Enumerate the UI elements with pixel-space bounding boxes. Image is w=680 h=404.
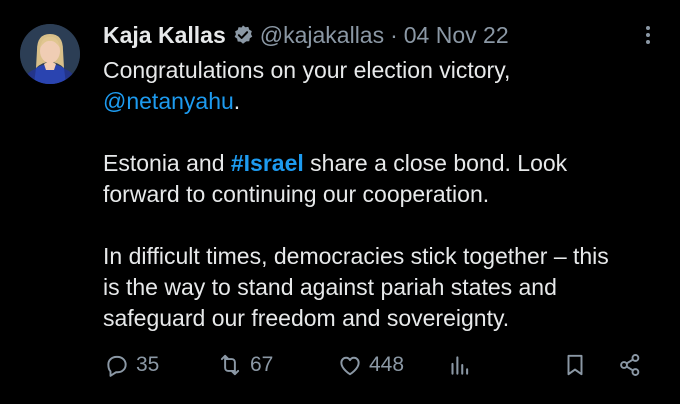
heart-icon	[337, 352, 363, 378]
tweet-line: forward to continuing our cooperation.	[103, 181, 490, 207]
tweet-actions: 35 67 448	[0, 348, 680, 382]
retweet-icon	[216, 352, 244, 378]
tweet-line: is the way to stand against pariah state…	[103, 274, 557, 300]
tweet-paragraph-1: Congratulations on your election victory…	[103, 55, 663, 117]
bookmark-icon	[562, 352, 588, 378]
reply-button[interactable]: 35	[104, 348, 159, 382]
like-button[interactable]: 448	[337, 348, 404, 382]
avatar[interactable]	[20, 24, 80, 84]
more-vertical-icon[interactable]	[636, 23, 660, 47]
tweet-card[interactable]: Kaja Kallas @kajakallas · 04 Nov 22 Cong…	[0, 0, 680, 404]
reply-icon	[104, 352, 130, 378]
retweet-count: 67	[250, 353, 274, 376]
retweet-button[interactable]: 67	[216, 348, 273, 382]
author-handle[interactable]: @kajakallas	[260, 22, 384, 49]
hashtag-link[interactable]: #Israel	[231, 150, 304, 176]
analytics-icon	[446, 352, 472, 378]
bookmark-button[interactable]	[562, 348, 588, 382]
tweet-text-fragment: share a close bond. Look	[303, 150, 568, 176]
avatar-image	[20, 24, 80, 84]
tweet-paragraph-2: Estonia and #Israel share a close bond. …	[103, 148, 663, 210]
tweet-paragraph-3: In difficult times, democracies stick to…	[103, 241, 663, 334]
mention-link[interactable]: @netanyahu	[103, 88, 234, 114]
tweet-text-fragment: Estonia and	[103, 150, 231, 176]
share-button[interactable]	[617, 348, 643, 382]
header-separator: ·	[390, 21, 398, 48]
tweet-text: Congratulations on your election victory…	[103, 55, 663, 334]
tweet-date[interactable]: 04 Nov 22	[404, 22, 509, 49]
like-count: 448	[369, 353, 405, 376]
tweet-header: Kaja Kallas @kajakallas · 04 Nov 22	[103, 20, 509, 50]
tweet-line: safeguard our freedom and sovereignty.	[103, 305, 510, 331]
verified-badge-icon	[232, 24, 254, 46]
reply-count: 35	[136, 353, 160, 376]
author-name[interactable]: Kaja Kallas	[103, 22, 226, 49]
tweet-line: Congratulations on your election victory…	[103, 57, 511, 83]
share-icon	[617, 352, 643, 378]
tweet-line: In difficult times, democracies stick to…	[103, 243, 609, 269]
analytics-button[interactable]	[446, 348, 472, 382]
tweet-text-fragment: .	[233, 88, 241, 114]
